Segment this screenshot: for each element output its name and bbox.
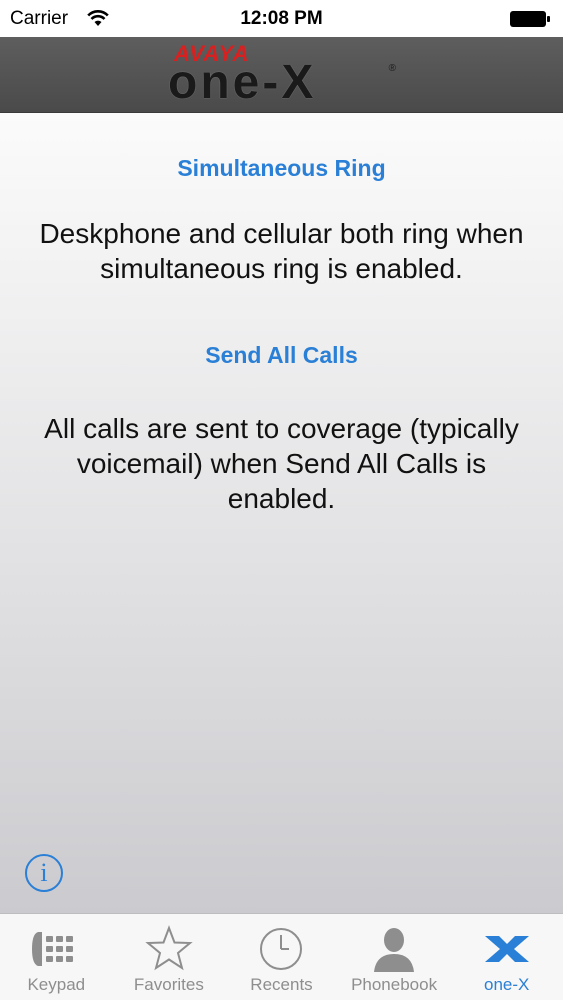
status-clock: 12:08 PM — [240, 8, 323, 29]
info-content: Simultaneous Ring Deskphone and cellular… — [0, 113, 563, 913]
keypad-icon — [28, 922, 84, 976]
tab-onex-label: one-X — [483, 975, 530, 994]
battery-icon — [509, 10, 551, 33]
tab-favorites-label: Favorites — [133, 975, 204, 994]
app-header: AVAYA one-X ® — [0, 37, 563, 113]
simultaneous-ring-description: Deskphone and cellular both ring when si… — [39, 218, 524, 284]
tab-bar: Keypad Favorites Recents Phonebook one-X — [0, 913, 563, 1000]
person-icon — [366, 922, 422, 976]
tab-recents[interactable]: Recents — [225, 914, 338, 1000]
send-all-calls-title: Send All Calls — [205, 342, 358, 368]
tab-recents-label: Recents — [250, 975, 313, 994]
tab-phonebook-label: Phonebook — [351, 975, 438, 994]
onex-icon — [479, 922, 535, 976]
tab-keypad-label: Keypad — [27, 975, 86, 994]
simultaneous-ring-title: Simultaneous Ring — [177, 155, 386, 181]
logo-onex-text: one-X — [168, 56, 317, 109]
avaya-onex-logo: AVAYA one-X ® — [168, 41, 396, 107]
tab-favorites[interactable]: Favorites — [113, 914, 226, 1000]
info-button[interactable]: i — [25, 854, 63, 892]
send-all-calls-description: All calls are sent to coverage (typicall… — [44, 413, 519, 514]
tab-onex[interactable]: one-X — [450, 914, 563, 1000]
tab-keypad[interactable]: Keypad — [0, 914, 113, 1000]
star-icon — [141, 922, 197, 976]
logo-registered-mark: ® — [388, 63, 396, 74]
clock-icon — [253, 922, 309, 976]
status-bar: Carrier 12:08 PM — [0, 0, 563, 37]
tab-phonebook[interactable]: Phonebook — [338, 914, 451, 1000]
